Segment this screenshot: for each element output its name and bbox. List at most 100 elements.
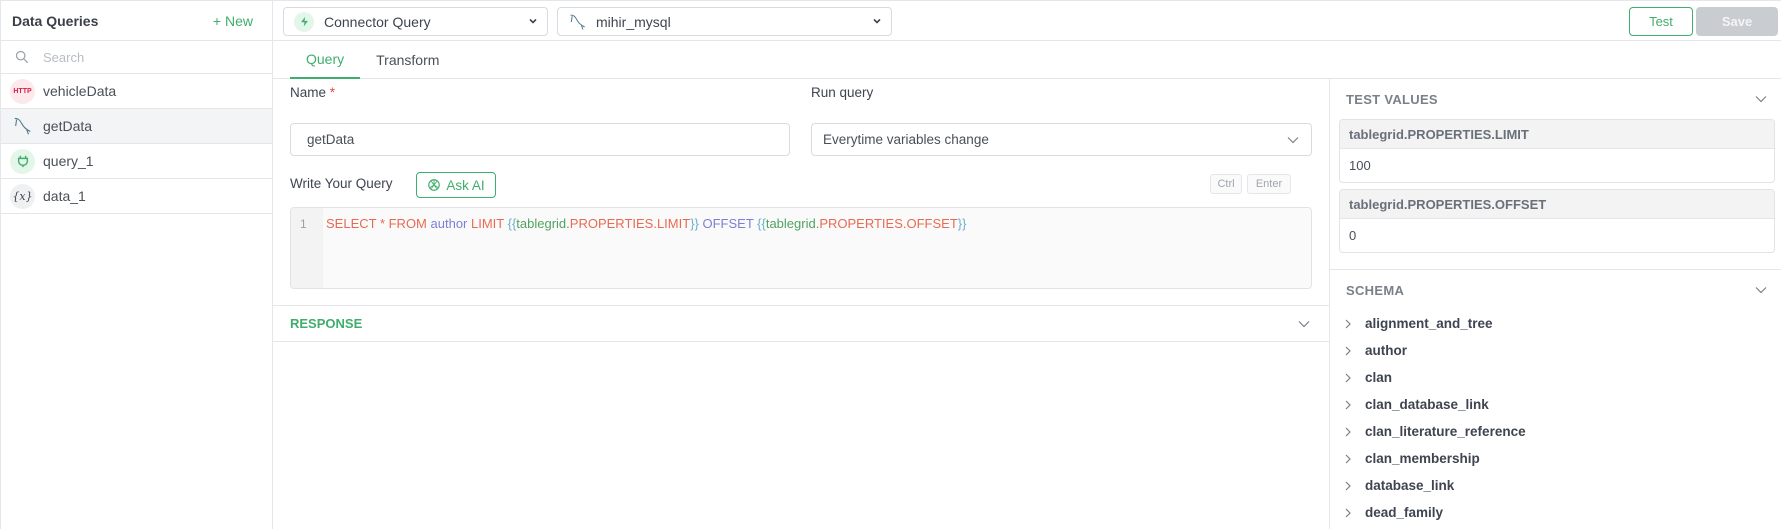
save-button[interactable]: Save bbox=[1696, 7, 1778, 36]
required-marker: * bbox=[329, 85, 336, 100]
http-icon: HTTP bbox=[10, 78, 35, 104]
test-values-header: TEST VALUES bbox=[1330, 79, 1781, 119]
sidebar-search bbox=[1, 41, 272, 74]
bolt-icon bbox=[294, 11, 314, 32]
search-input[interactable] bbox=[43, 49, 243, 65]
test-value-input[interactable] bbox=[1349, 228, 1774, 243]
schema-table-name: clan_membership bbox=[1365, 451, 1480, 466]
schema-table-item[interactable]: clan_membership bbox=[1344, 445, 1781, 472]
template-brace: {{ bbox=[507, 216, 517, 231]
test-button[interactable]: Test bbox=[1629, 7, 1693, 36]
right-panel: TEST VALUES tablegrid.PROPERTIES.LIMIT t… bbox=[1330, 79, 1781, 529]
schema-table-name: author bbox=[1365, 343, 1407, 358]
shortcut-key-enter: Enter bbox=[1247, 174, 1291, 194]
mysql-icon bbox=[568, 12, 588, 32]
chevron-right-icon bbox=[1345, 373, 1351, 382]
chevron-right-icon bbox=[1345, 427, 1351, 436]
data-queries-sidebar: Data Queries + New HTTP vehicleData getD… bbox=[0, 0, 273, 529]
test-value-card: tablegrid.PROPERTIES.OFFSET bbox=[1339, 189, 1775, 253]
ask-ai-button[interactable]: Ask AI bbox=[416, 172, 496, 198]
chevron-right-icon bbox=[1345, 319, 1351, 328]
openai-icon bbox=[428, 179, 441, 191]
query-kind-value: Connector Query bbox=[324, 13, 431, 30]
chevron-right-icon bbox=[1345, 346, 1351, 355]
query-item-label: vehicleData bbox=[43, 83, 117, 99]
sql-keyword: SELECT * FROM bbox=[326, 216, 431, 231]
chevron-right-icon bbox=[1345, 481, 1351, 490]
plug-icon bbox=[10, 148, 35, 174]
test-value-card: tablegrid.PROPERTIES.LIMIT bbox=[1339, 119, 1775, 183]
query-item-data-1[interactable]: {x} data_1 bbox=[1, 179, 272, 214]
chevron-down-icon bbox=[1287, 137, 1299, 144]
search-icon bbox=[15, 50, 29, 64]
query-item-query-1[interactable]: query_1 bbox=[1, 144, 272, 179]
name-label-text: Name bbox=[290, 85, 327, 100]
chevron-down-icon bbox=[529, 18, 537, 24]
schema-table-item[interactable]: clan bbox=[1344, 364, 1781, 391]
chevron-down-icon[interactable] bbox=[1755, 94, 1767, 104]
schema-table-name: clan_database_link bbox=[1365, 397, 1489, 412]
sidebar-header: Data Queries + New bbox=[1, 0, 272, 41]
schema-table-list: alignment_and_tree author clan clan_data… bbox=[1330, 310, 1781, 526]
query-name-input[interactable] bbox=[290, 123, 790, 156]
chevron-right-icon bbox=[1345, 508, 1351, 517]
template-namespace: tablegrid. bbox=[516, 216, 570, 231]
code-line: SELECT * FROM author LIMIT {{tablegrid.P… bbox=[323, 208, 966, 288]
query-item-vehicledata[interactable]: HTTP vehicleData bbox=[1, 74, 272, 109]
tab-query[interactable]: Query bbox=[290, 41, 361, 79]
name-label: Name * bbox=[290, 85, 335, 100]
template-brace: }} bbox=[690, 216, 703, 231]
template-property: PROPERTIES.OFFSET bbox=[819, 216, 958, 231]
query-kind-select[interactable]: Connector Query bbox=[283, 7, 548, 36]
template-property: PROPERTIES.LIMIT bbox=[569, 216, 691, 231]
chevron-right-icon bbox=[1345, 400, 1351, 409]
schema-table-name: alignment_and_tree bbox=[1365, 316, 1493, 331]
sql-keyword: OFFSET bbox=[702, 216, 758, 231]
tab-transform[interactable]: Transform bbox=[360, 41, 455, 79]
schema-table-item[interactable]: database_link bbox=[1344, 472, 1781, 499]
query-item-label: data_1 bbox=[43, 188, 86, 204]
test-values-title: TEST VALUES bbox=[1346, 91, 1438, 107]
response-section-toggle[interactable]: RESPONSE bbox=[273, 305, 1330, 342]
template-brace: {{ bbox=[757, 216, 766, 231]
mysql-icon bbox=[10, 114, 35, 139]
schema-header: SCHEMA bbox=[1330, 270, 1781, 310]
variable-icon: {x} bbox=[10, 183, 35, 209]
new-query-button[interactable]: + New bbox=[213, 13, 253, 29]
query-item-getdata[interactable]: getData bbox=[1, 109, 272, 144]
chevron-down-icon[interactable] bbox=[1755, 285, 1767, 295]
sql-code-editor[interactable]: 1 SELECT * FROM author LIMIT {{tablegrid… bbox=[290, 207, 1312, 289]
datasource-select[interactable]: mihir_mysql bbox=[557, 7, 892, 36]
datasource-value: mihir_mysql bbox=[596, 13, 671, 30]
query-editor-panel: Name * Run query Everytime variables cha… bbox=[273, 79, 1330, 529]
chevron-down-icon bbox=[1298, 321, 1310, 328]
query-tabs: Query Transform bbox=[273, 41, 1781, 79]
chevron-right-icon bbox=[1345, 454, 1351, 463]
schema-table-name: clan bbox=[1365, 370, 1393, 385]
schema-table-name: database_link bbox=[1365, 478, 1455, 493]
shortcut-key-ctrl: Ctrl bbox=[1210, 174, 1242, 194]
run-query-label: Run query bbox=[811, 85, 874, 100]
schema-table-item[interactable]: author bbox=[1344, 337, 1781, 364]
template-brace: }} bbox=[957, 216, 967, 231]
schema-table-item[interactable]: dead_family bbox=[1344, 499, 1781, 526]
write-query-label: Write Your Query bbox=[290, 176, 393, 191]
ask-ai-label: Ask AI bbox=[446, 177, 485, 193]
query-item-label: getData bbox=[43, 118, 93, 134]
schema-table-item[interactable]: clan_literature_reference bbox=[1344, 418, 1781, 445]
test-value-input[interactable] bbox=[1349, 158, 1774, 173]
template-namespace: tablegrid. bbox=[765, 216, 820, 231]
test-value-key: tablegrid.PROPERTIES.OFFSET bbox=[1340, 190, 1774, 219]
schema-table-item[interactable]: clan_database_link bbox=[1344, 391, 1781, 418]
query-toolbar: Connector Query mihir_mysql Test Save bbox=[273, 0, 1781, 41]
run-query-value: Everytime variables change bbox=[823, 132, 989, 147]
sql-keyword: LIMIT bbox=[471, 216, 508, 231]
schema-table-name: clan_literature_reference bbox=[1365, 424, 1526, 439]
test-value-key: tablegrid.PROPERTIES.LIMIT bbox=[1340, 120, 1774, 149]
schema-table-name: dead_family bbox=[1365, 505, 1444, 520]
query-item-label: query_1 bbox=[43, 153, 94, 169]
schema-title: SCHEMA bbox=[1346, 282, 1405, 298]
chevron-down-icon bbox=[873, 18, 881, 24]
schema-table-item[interactable]: alignment_and_tree bbox=[1344, 310, 1781, 337]
run-query-select[interactable]: Everytime variables change bbox=[811, 123, 1312, 156]
